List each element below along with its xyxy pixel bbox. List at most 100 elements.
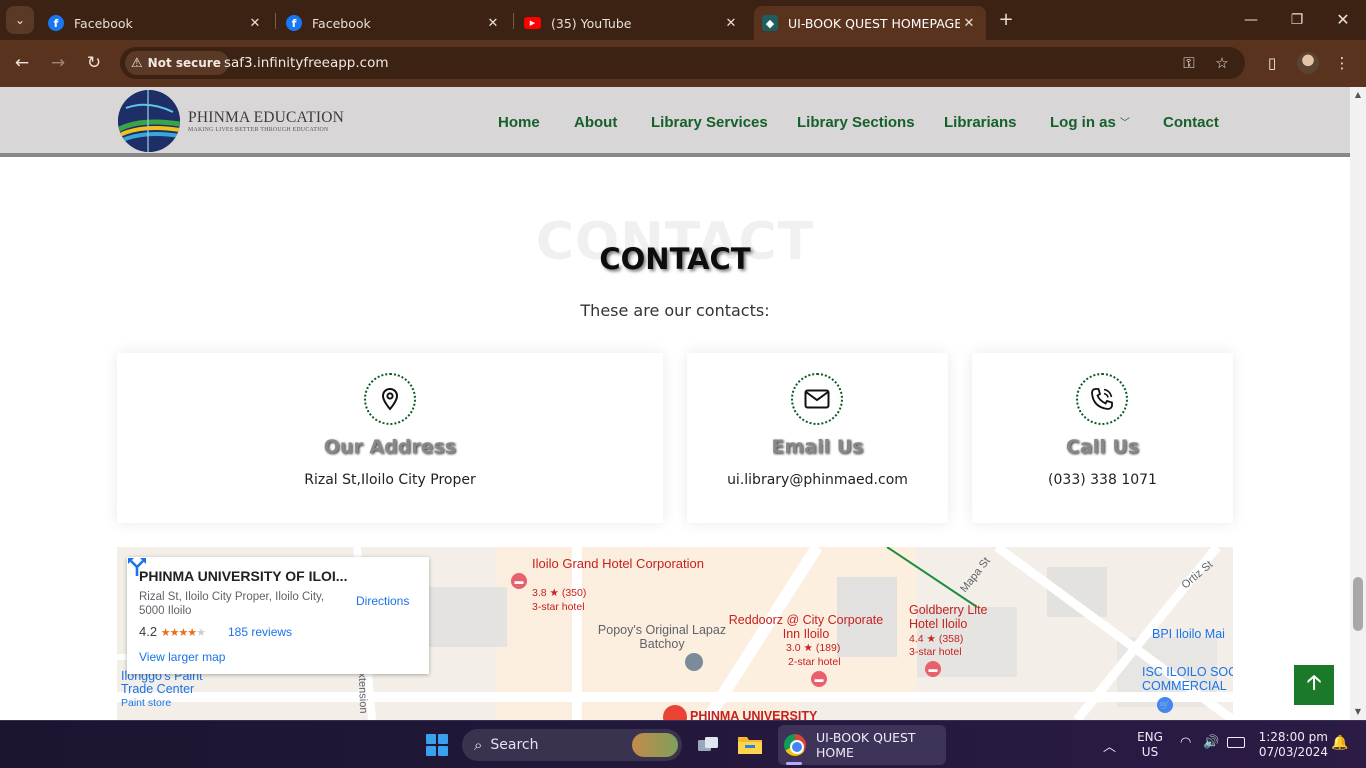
bookmark-star-icon[interactable]: ☆	[1212, 54, 1232, 72]
taskbar-search[interactable]: ⌕ Search	[462, 729, 682, 761]
phinma-logo[interactable]: PHINMA EDUCATION MAKING LIVES BETTER THR…	[118, 90, 344, 152]
tab-search-button[interactable]: ⌄	[6, 6, 34, 34]
show-hidden-icons-chevron-icon[interactable]: ︿	[1103, 736, 1116, 755]
nav-log-in-as[interactable]: Log in as ﹀	[1050, 114, 1130, 131]
tab-facebook-2[interactable]: f Facebook ✕	[278, 6, 510, 40]
hotel-pin-icon[interactable]: ▬	[511, 573, 527, 589]
card-title: Our Address	[323, 436, 457, 458]
nav-library-services[interactable]: Library Services	[651, 114, 768, 131]
phinma-icon: ◆	[762, 15, 778, 31]
password-key-icon[interactable]: ⚿	[1179, 54, 1199, 72]
wifi-icon[interactable]: ◠	[1180, 735, 1191, 750]
map-label-isc[interactable]: ISC ILOILO SOC COMMERCIAL	[1142, 665, 1233, 693]
site-header: PHINMA EDUCATION MAKING LIVES BETTER THR…	[0, 87, 1350, 157]
map-label-grand-hotel[interactable]: Iloilo Grand Hotel Corporation	[532, 557, 704, 571]
map-label-grand-hotel-class: 3-star hotel	[532, 601, 585, 613]
map-label-goldberry-rating: 4.4 ★ (358)	[909, 633, 964, 645]
map-label-reddoorz[interactable]: Reddoorz @ City Corporate Inn Iloilo	[723, 613, 889, 641]
logo-tagline: MAKING LIVES BETTER THROUGH EDUCATION	[188, 127, 329, 133]
side-panel-icon[interactable]: ▯	[1262, 53, 1282, 73]
card-text: ui.library@phinmaed.com	[727, 472, 908, 488]
reload-button[interactable]: ↻	[83, 52, 105, 74]
clock[interactable]: 1:28:00 pm 07/03/2024	[1256, 730, 1328, 760]
tab-ui-book-quest[interactable]: ◆ UI-BOOK QUEST HOMEPAGE ✕	[754, 6, 986, 40]
close-tab-icon[interactable]: ✕	[722, 14, 740, 32]
close-window-button[interactable]: ✕	[1328, 8, 1358, 32]
minimize-button[interactable]: —	[1236, 8, 1266, 32]
back-to-top-button[interactable]: 🡡	[1294, 665, 1334, 705]
taskbar-chrome-window[interactable]: UI-BOOK QUEST HOME	[778, 725, 946, 765]
tab-title: UI-BOOK QUEST HOMEPAGE	[788, 15, 960, 31]
site-info-chip[interactable]: ⚠ Not secure	[125, 51, 229, 75]
close-tab-icon[interactable]: ✕	[484, 14, 502, 32]
hotel-pin-icon[interactable]: ▬	[925, 661, 941, 677]
tab-separator	[513, 13, 514, 29]
nav-contact[interactable]: Contact	[1163, 114, 1219, 131]
chrome-icon	[784, 734, 806, 756]
browser-tab-bar: ⌄ f Facebook ✕ f Facebook ✕ ▶ (35) YouTu…	[0, 0, 1366, 40]
profile-avatar[interactable]	[1297, 52, 1319, 74]
shopping-pin-icon[interactable]: 🛒	[1157, 697, 1173, 713]
restaurant-pin-icon[interactable]	[685, 653, 703, 671]
search-highlight-image	[632, 733, 678, 757]
tab-youtube[interactable]: ▶ (35) YouTube ✕	[516, 6, 748, 40]
language-indicator[interactable]: ENG US	[1134, 730, 1166, 760]
chrome-window-title: UI-BOOK QUEST HOME	[816, 730, 916, 760]
map-label-popoys[interactable]: Popoy's Original Lapaz Batchoy	[587, 623, 737, 651]
not-secure-label: Not secure	[147, 56, 221, 70]
task-view-icon[interactable]	[694, 731, 722, 759]
active-app-indicator	[786, 762, 802, 765]
map-label-goldberry[interactable]: Goldberry Lite Hotel Iloilo	[909, 603, 1009, 631]
restore-button[interactable]: ❐	[1282, 8, 1312, 32]
directions-link[interactable]: Directions	[356, 594, 409, 608]
tab-title: (35) YouTube	[551, 15, 632, 31]
scroll-thumb[interactable]	[1353, 577, 1363, 631]
notification-bell-icon[interactable]: 🔔	[1331, 735, 1348, 751]
language-code: ENG	[1137, 730, 1163, 744]
section-subtitle: These are our contacts:	[580, 301, 770, 320]
address-bar[interactable]: ⚠ Not secure saf3.infinityfreeapp.com ⚿ …	[120, 47, 1245, 79]
directions-icon[interactable]	[127, 557, 147, 577]
scroll-up-icon[interactable]: ▲	[1350, 87, 1366, 103]
scroll-down-icon[interactable]: ▼	[1350, 704, 1366, 720]
tab-facebook-1[interactable]: f Facebook ✕	[40, 6, 272, 40]
hotel-pin-icon[interactable]: ▬	[811, 671, 827, 687]
nav-library-sections[interactable]: Library Sections	[797, 114, 915, 131]
tab-separator	[275, 13, 276, 29]
region-code: US	[1141, 745, 1159, 759]
forward-button[interactable]: →	[47, 52, 69, 74]
close-tab-icon[interactable]: ✕	[960, 14, 978, 32]
page-scrollbar[interactable]: ▲ ▼	[1350, 87, 1366, 720]
file-explorer-icon[interactable]	[736, 731, 764, 759]
search-placeholder: Search	[490, 737, 539, 753]
map-label-bpi[interactable]: BPI Iloilo Mai	[1152, 627, 1225, 641]
battery-icon[interactable]	[1227, 737, 1245, 748]
place-address: Rizal St, Iloilo City Proper, Iloilo Cit…	[139, 591, 325, 617]
google-map-embed[interactable]: Iloilo Grand Hotel Corporation 3.8 ★ (35…	[117, 547, 1233, 720]
reviews-link[interactable]: 185 reviews	[228, 625, 292, 639]
close-tab-icon[interactable]: ✕	[246, 14, 264, 32]
back-button[interactable]: ←	[11, 52, 33, 74]
map-label-phinma-pin[interactable]: PHINMA UNIVERSITY	[690, 709, 817, 720]
nav-librarians[interactable]: Librarians	[944, 114, 1017, 131]
windows-start-icon[interactable]	[426, 734, 448, 756]
envelope-icon	[791, 373, 843, 425]
nav-home[interactable]: Home	[498, 114, 540, 131]
card-title: Email Us	[771, 436, 864, 458]
clock-date: 07/03/2024	[1258, 745, 1328, 759]
new-tab-button[interactable]: +	[996, 10, 1016, 30]
tab-title: Facebook	[74, 15, 133, 31]
more-menu-icon[interactable]: ⋮	[1332, 53, 1352, 73]
clock-time: 1:28:00 pm	[1258, 730, 1328, 744]
volume-icon[interactable]: 🔊	[1203, 735, 1219, 750]
map-place-card: PHINMA UNIVERSITY OF ILOI... Rizal St, I…	[127, 557, 429, 674]
place-rating: 4.2 ★★★★★	[139, 624, 206, 639]
tab-title: Facebook	[312, 15, 371, 31]
map-label-grand-hotel-rating: 3.8 ★ (350)	[532, 587, 587, 599]
url-text[interactable]: saf3.infinityfreeapp.com	[224, 55, 389, 71]
nav-log-in-as-label: Log in as	[1050, 114, 1116, 131]
view-larger-map-link[interactable]: View larger map	[139, 650, 225, 664]
card-text: Rizal St,Iloilo City Proper	[304, 472, 476, 488]
nav-about[interactable]: About	[574, 114, 617, 131]
search-icon: ⌕	[474, 736, 483, 754]
